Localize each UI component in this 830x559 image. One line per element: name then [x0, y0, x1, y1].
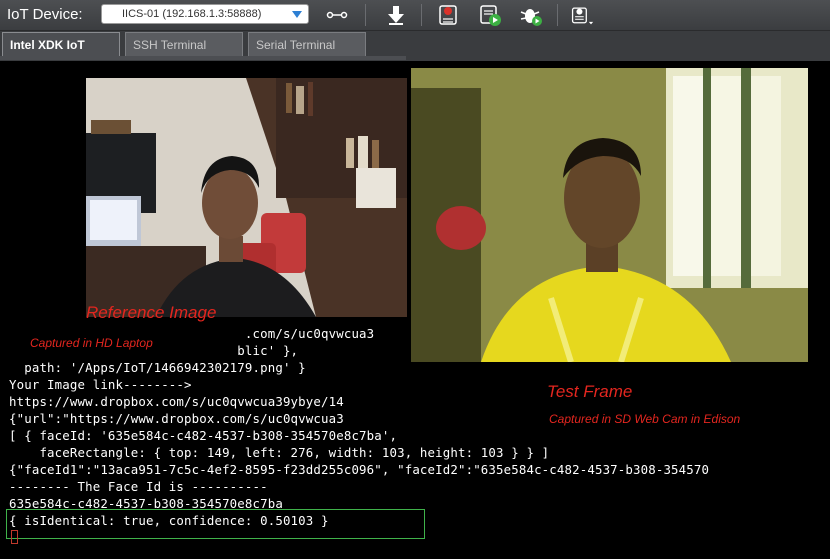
terminal-cursor: [11, 530, 18, 544]
terminal-line: {"faceId1":"13aca951-7c5c-4ef2-8595-f23d…: [9, 462, 710, 477]
settings-icon[interactable]: [570, 3, 594, 27]
test-frame-caption: Captured in SD Web Cam in Edison: [549, 412, 741, 426]
toolbar-separator: [557, 4, 558, 26]
device-select-value: IICS-01 (192.168.1.3:58888): [122, 8, 262, 20]
terminal-line: https://www.dropbox.com/s/uc0qvwcua39yby…: [9, 394, 344, 409]
debug-icon[interactable]: [519, 3, 543, 27]
terminal-line: faceRectangle: { top: 149, left: 276, wi…: [9, 445, 550, 460]
reference-image: [86, 78, 407, 317]
terminal-line: Your Image link-------->: [9, 377, 192, 392]
terminal-line: -------- The Face Id is ----------: [9, 479, 268, 494]
chevron-down-icon[interactable]: [292, 11, 302, 18]
toolbar-separator: [421, 4, 422, 26]
terminal-line: [ { faceId: '635e584c-c482-4537-b308-354…: [9, 428, 398, 443]
tab-serial-terminal[interactable]: Serial Terminal: [248, 32, 366, 56]
download-icon[interactable]: [384, 3, 408, 27]
toolbar: IoT Device: IICS-01 (192.168.1.3:58888): [0, 0, 830, 31]
test-frame-title: Test Frame: [547, 382, 633, 401]
tab-intel-xdk-iot[interactable]: Intel XDK IoT: [2, 32, 120, 56]
result-highlight-box: [6, 509, 425, 539]
reference-image-caption: Captured in HD Laptop: [30, 336, 153, 350]
terminal-line: {"url":"https://www.dropbox.com/s/uc0qvw…: [9, 411, 344, 426]
tab-underline: [0, 56, 406, 60]
stop-icon[interactable]: [436, 3, 460, 27]
connect-icon[interactable]: [325, 3, 349, 27]
terminal-line: path: '/Apps/IoT/1466942302179.png' }: [9, 360, 306, 375]
test-frame-image: [411, 68, 808, 362]
toolbar-separator: [365, 4, 366, 26]
device-select[interactable]: IICS-01 (192.168.1.3:58888): [101, 4, 309, 24]
reference-image-title: Reference Image: [86, 303, 217, 322]
run-icon[interactable]: [478, 3, 502, 27]
tab-ssh-terminal[interactable]: SSH Terminal: [125, 32, 243, 56]
iot-device-label: IoT Device:: [7, 6, 83, 23]
